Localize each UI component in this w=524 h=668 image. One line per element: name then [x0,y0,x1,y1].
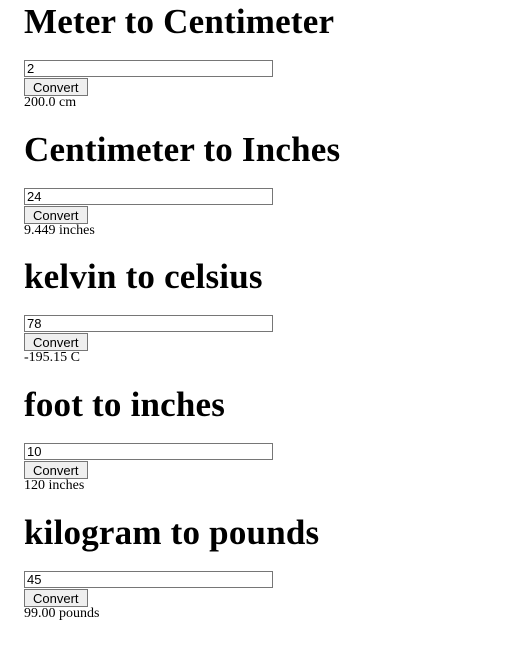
result-text: 120 inches [24,478,85,493]
result-text: 99.00 pounds [24,606,100,621]
convert-button[interactable]: Convert [24,206,88,224]
converter-kelvin-to-celsius: kelvin to celsius Convert -195.15 C [24,257,504,365]
converter-title: Centimeter to Inches [24,130,341,169]
result-text: 9.449 inches [24,223,95,238]
converter-title: kilogram to pounds [24,513,320,552]
foot-value-input[interactable] [24,443,273,460]
kelvin-value-input[interactable] [24,315,273,332]
result-text: -195.15 C [24,350,80,365]
converter-form: Convert -195.15 C [24,315,273,366]
convert-button[interactable]: Convert [24,333,88,351]
converter-form: Convert 9.449 inches [24,188,273,239]
result-text: 200.0 cm [24,95,77,110]
converter-title: Meter to Centimeter [24,2,335,41]
kilogram-value-input[interactable] [24,571,273,588]
converter-title: kelvin to celsius [24,257,263,296]
converter-title: foot to inches [24,385,226,424]
converter-form: Convert 200.0 cm [24,60,273,111]
convert-button[interactable]: Convert [24,78,88,96]
converter-meter-to-centimeter: Meter to Centimeter Convert 200.0 cm [24,2,504,110]
converter-centimeter-to-inches: Centimeter to Inches Convert 9.449 inche… [24,130,504,238]
convert-button[interactable]: Convert [24,589,88,607]
converter-form: Convert 120 inches [24,443,273,494]
converter-form: Convert 99.00 pounds [24,571,273,622]
converter-foot-to-inches: foot to inches Convert 120 inches [24,385,504,493]
converter-kilogram-to-pounds: kilogram to pounds Convert 99.00 pounds [24,513,504,621]
convert-button[interactable]: Convert [24,461,88,479]
centimeter-value-input[interactable] [24,188,273,205]
meter-value-input[interactable] [24,60,273,77]
